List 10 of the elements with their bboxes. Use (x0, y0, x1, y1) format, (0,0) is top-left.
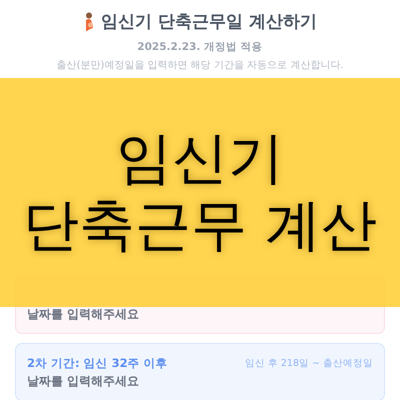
pregnant-woman-icon (83, 12, 96, 32)
banner-text: 임신기 (116, 127, 284, 192)
period-title: 2차 기간: 임신 32주 이후 (27, 356, 168, 371)
description: 출산(분만)예정일을 입력하면 해당 기간을 자동으로 계산합니다. (56, 59, 344, 72)
page-title: 임신기 단축근무일 계산하기 (101, 11, 317, 33)
result-message: 날짜를 입력해주세요 (27, 306, 140, 323)
law-note: 2025.2.23. 개정법 적용 (137, 40, 263, 54)
banner-text: 단축근무 계산 (23, 194, 377, 258)
period-range: 임신 후 218일 ~ 출산예정일 (244, 357, 373, 370)
result-message: 날짜를 입력해주세요 (27, 373, 140, 390)
